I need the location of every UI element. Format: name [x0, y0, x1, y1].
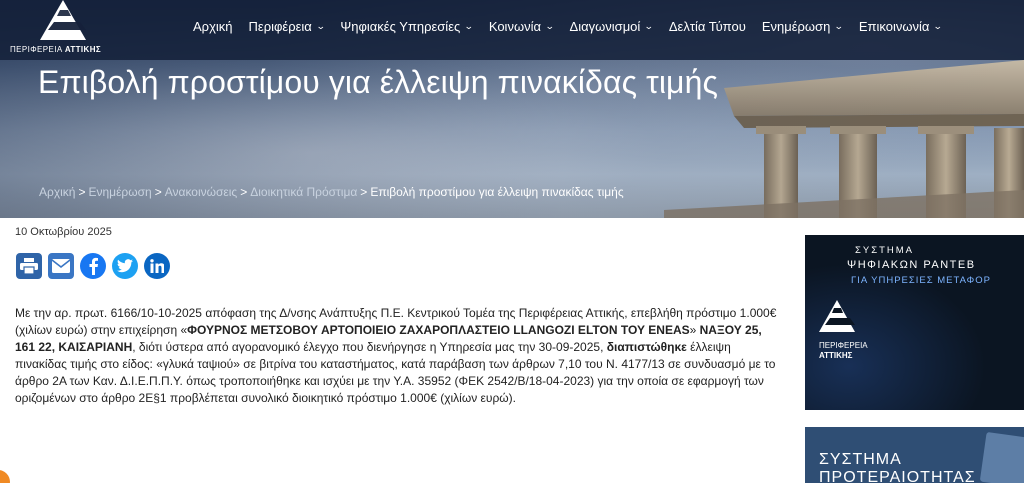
digital-appointments-banner[interactable]: ΣΥΣΤΗΜΑ ΨΗΦΙΑΚΩΝ ΡΑΝΤΕΒ ΓΙΑ ΥΠΗΡΕΣΙΕΣ ΜΕ… — [805, 235, 1024, 410]
nav-item-home[interactable]: Αρχική — [185, 16, 241, 36]
breadcrumb-link-news[interactable]: Ενημέρωση — [88, 185, 151, 199]
banner2-title-line2: ΠΡΟΤΕΡΑΙΟΤΗΤΑΣ — [819, 469, 976, 483]
logo-triangle-icon — [40, 0, 86, 40]
nav-item-tenders[interactable]: Διαγωνισμοί ⌄ — [562, 16, 661, 36]
chevron-down-icon: ⌄ — [933, 20, 944, 31]
banner2-title-line1: ΣΥΣΤΗΜΑ — [819, 451, 902, 468]
facebook-share-button[interactable] — [80, 253, 106, 279]
nav-item-news[interactable]: Ενημέρωση ⌄ — [754, 16, 851, 36]
breadcrumb-link-home[interactable]: Αρχική — [39, 185, 75, 199]
printer-icon — [20, 258, 38, 274]
banner-title-line1: ΣΥΣΤΗΜΑ — [855, 245, 914, 256]
banner-logo-text: ΠΕΡΙΦΕΡΕΙΑ — [819, 341, 868, 350]
top-navbar: ΠΕΡΙΦΕΡΕΙΑ ΑΤΤΙΚΗΣ Αρχική Περιφέρεια ⌄ Ψη… — [0, 0, 1024, 60]
document-icon — [979, 431, 1024, 483]
breadcrumb-separator: > — [154, 185, 162, 199]
nav-item-region[interactable]: Περιφέρεια ⌄ — [241, 16, 333, 36]
print-button[interactable] — [16, 253, 42, 279]
nav-item-press-releases[interactable]: Δελτία Τύπου — [661, 16, 754, 36]
twitter-bird-icon — [117, 259, 133, 273]
region-logo[interactable]: ΠΕΡΙΦΕΡΕΙΑ ΑΤΤΙΚΗΣ — [10, 0, 115, 58]
chevron-down-icon: ⌄ — [644, 20, 654, 31]
breadcrumb-link-administrative-fines[interactable]: Διοικητικά Πρόστιμα — [250, 185, 357, 199]
share-buttons — [16, 253, 170, 279]
nav-item-digital-services[interactable]: Ψηφιακές Υπηρεσίες ⌄ — [332, 16, 480, 36]
nav-item-society[interactable]: Κοινωνία ⌄ — [481, 16, 562, 36]
publish-date: 10 Οκτωβρίου 2025 — [15, 226, 112, 238]
priority-system-banner[interactable]: ΣΥΣΤΗΜΑ ΠΡΟΤΕΡΑΙΟΤΗΤΑΣ — [805, 427, 1024, 483]
breadcrumb-current: Επιβολή προστίμου για έλλειψη πινακίδας … — [370, 185, 624, 199]
chevron-down-icon: ⌄ — [464, 20, 474, 31]
logo-text: ΠΕΡΙΦΕΡΕΙΑ ΑΤΤΙΚΗΣ — [10, 45, 102, 54]
chevron-down-icon: ⌄ — [544, 20, 555, 31]
breadcrumb-separator: > — [240, 185, 248, 199]
page-title: Επιβολή προστίμου για έλλειψη πινακίδας … — [38, 64, 718, 100]
twitter-share-button[interactable] — [112, 253, 138, 279]
banner-subtitle: ΓΙΑ ΥΠΗΡΕΣΙΕΣ ΜΕΤΑΦΟΡ — [851, 275, 991, 286]
email-share-button[interactable] — [48, 253, 74, 279]
breadcrumb: Αρχική > Ενημέρωση > Ανακοινώσεις > Διοικητικά… — [39, 185, 624, 199]
article-paragraph: Με την αρ. πρωτ. 6166/10-10-2025 απόφαση… — [15, 306, 777, 405]
linkedin-icon — [150, 259, 164, 273]
linkedin-share-button[interactable] — [144, 253, 170, 279]
breadcrumb-link-announcements[interactable]: Ανακοινώσεις — [165, 185, 238, 199]
accessibility-button[interactable] — [0, 470, 10, 483]
envelope-icon — [52, 259, 70, 273]
chevron-down-icon: ⌄ — [315, 20, 326, 31]
breadcrumb-separator: > — [78, 185, 86, 199]
breadcrumb-separator: > — [360, 185, 368, 199]
facebook-icon — [89, 257, 98, 275]
chevron-down-icon: ⌄ — [834, 20, 844, 31]
main-menu: Αρχική Περιφέρεια ⌄ Ψηφιακές Υπηρεσίες ⌄ Κ… — [185, 16, 950, 36]
region-logo-icon — [819, 300, 855, 332]
banner-title-line2: ΨΗΦΙΑΚΩΝ ΡΑΝΤΕΒ — [847, 259, 976, 271]
nav-item-contact[interactable]: Επικοινωνία ⌄ — [851, 16, 950, 36]
banner-logo-text-bold: ΑΤΤΙΚΗΣ — [819, 351, 853, 360]
article-body: Με την αρ. πρωτ. 6166/10-10-2025 απόφαση… — [15, 305, 785, 407]
